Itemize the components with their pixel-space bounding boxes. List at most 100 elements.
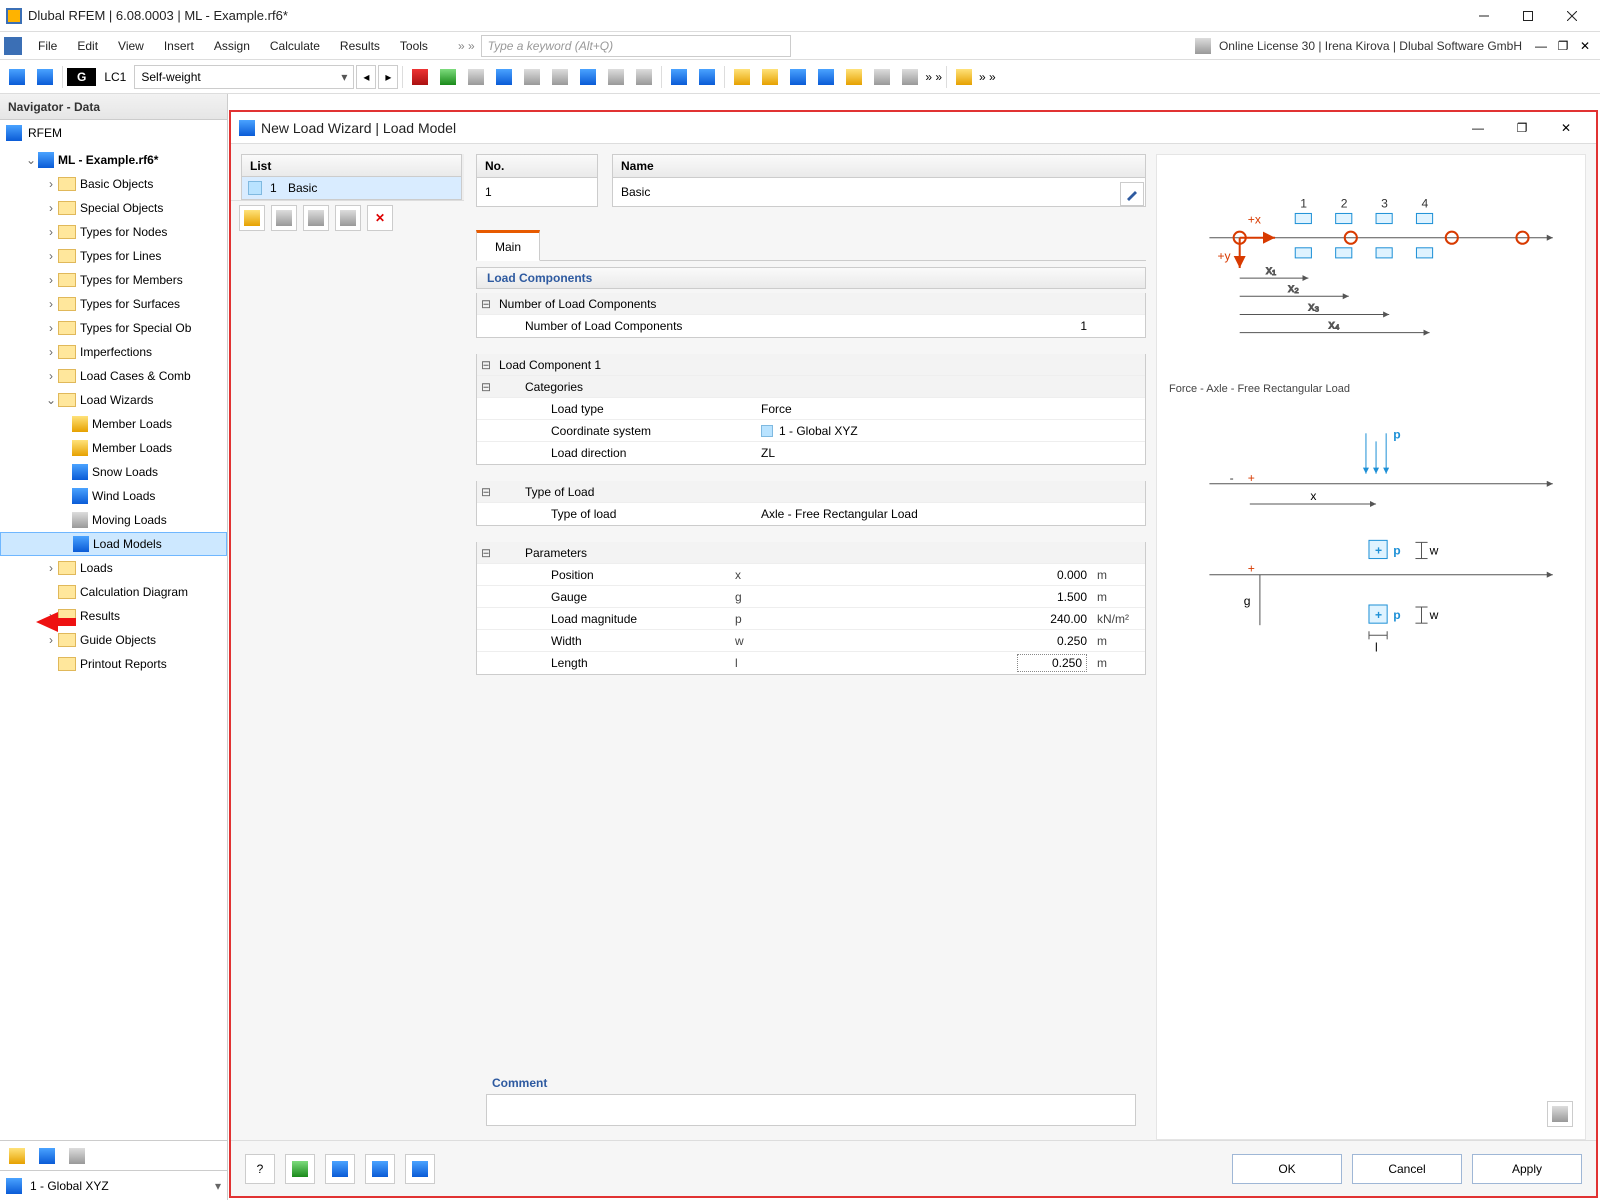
tree-load-models[interactable]: Load Models	[0, 532, 227, 556]
ok-button[interactable]: OK	[1232, 1154, 1342, 1184]
nav-tab-display[interactable]	[34, 1143, 60, 1169]
nav-tab-data[interactable]	[4, 1143, 30, 1169]
ribbon-app-icon[interactable]	[4, 37, 22, 55]
footer-view1-button[interactable]	[325, 1154, 355, 1184]
row-categories[interactable]: Categories	[495, 380, 735, 394]
loadcase-prev-button[interactable]: ◂	[356, 65, 376, 89]
menu-insert[interactable]: Insert	[154, 32, 204, 59]
toolbar-btn-print[interactable]	[897, 64, 923, 90]
row-lc1-group[interactable]: Load Component 1	[495, 358, 735, 372]
tree-folder[interactable]: ›Imperfections	[0, 340, 227, 364]
row-coord-system[interactable]: Coordinate system 1 - Global XYZ	[477, 420, 1145, 442]
toolbar-btn-1[interactable]	[4, 64, 30, 90]
tree-wizard-item[interactable]: Member Loads	[0, 436, 227, 460]
list-check2-button[interactable]	[335, 205, 361, 231]
toolbar-btn-save[interactable]	[869, 64, 895, 90]
tree-wizard-item[interactable]: Snow Loads	[0, 460, 227, 484]
param-x[interactable]: Positionx0.000m	[477, 564, 1145, 586]
toolbar-btn-xx2[interactable]	[519, 64, 545, 90]
loadcase-next-button[interactable]: ▸	[378, 65, 398, 89]
list-delete-button[interactable]: ✕	[367, 205, 393, 231]
toolbar-btn-cube1[interactable]	[547, 64, 573, 90]
toolbar-btn-flag[interactable]	[951, 64, 977, 90]
tree-folder[interactable]: ›Types for Nodes	[0, 220, 227, 244]
dialog-close-button[interactable]: ✕	[1544, 114, 1588, 142]
tree-wizard-item[interactable]: Wind Loads	[0, 484, 227, 508]
param-p[interactable]: Load magnitudep240.00kN/m²	[477, 608, 1145, 630]
menu-calculate[interactable]: Calculate	[260, 32, 330, 59]
list-check1-button[interactable]	[303, 205, 329, 231]
minimize-button[interactable]	[1462, 2, 1506, 30]
tree-folder[interactable]: ›Results	[0, 604, 227, 628]
name-field-input[interactable]: Basic	[612, 177, 1146, 207]
tree-load-wizards[interactable]: ⌄Load Wizards	[0, 388, 227, 412]
toolbar-btn-xxx[interactable]	[631, 64, 657, 90]
menu-assign[interactable]: Assign	[204, 32, 260, 59]
no-field-input[interactable]: 1	[476, 177, 598, 207]
row-type-of-load-group[interactable]: Type of Load	[495, 485, 735, 499]
toolbar-btn-eye[interactable]	[491, 64, 517, 90]
footer-view2-button[interactable]	[365, 1154, 395, 1184]
toolbar-btn-grid1[interactable]	[666, 64, 692, 90]
nav-tab-views[interactable]	[64, 1143, 90, 1169]
cancel-button[interactable]: Cancel	[1352, 1154, 1462, 1184]
row-load-type[interactable]: Load type Force	[477, 398, 1145, 420]
mdi-close-button[interactable]: ✕	[1574, 35, 1596, 57]
list-new-button[interactable]	[239, 205, 265, 231]
param-l[interactable]: Lengthl0.250m	[477, 652, 1145, 674]
menu-edit[interactable]: Edit	[67, 32, 108, 59]
menu-view[interactable]: View	[108, 32, 154, 59]
toolbar-overflow-2[interactable]: » »	[979, 70, 996, 84]
list-duplicate-button[interactable]	[271, 205, 297, 231]
close-button[interactable]	[1550, 2, 1594, 30]
dialog-maximize-button[interactable]: ❐	[1500, 114, 1544, 142]
row-type-of-load[interactable]: Type of load Axle - Free Rectangular Loa…	[477, 503, 1145, 525]
row-parameters-group[interactable]: Parameters	[495, 546, 735, 560]
toolbar-overflow-1[interactable]: » »	[925, 70, 942, 84]
tree-folder[interactable]: ›Types for Surfaces	[0, 292, 227, 316]
comment-input[interactable]	[486, 1094, 1136, 1126]
toolbar-btn-cloud[interactable]	[785, 64, 811, 90]
tree-folder[interactable]: ›Types for Lines	[0, 244, 227, 268]
tree-wizard-item[interactable]: Moving Loads	[0, 508, 227, 532]
toolbar-btn-folder[interactable]	[757, 64, 783, 90]
menu-results[interactable]: Results	[330, 32, 390, 59]
tree-wizard-item[interactable]: Member Loads	[0, 412, 227, 436]
row-num-comp[interactable]: Number of Load Components 1	[477, 315, 1145, 337]
mdi-minimize-button[interactable]: —	[1530, 35, 1552, 57]
footer-units-button[interactable]	[285, 1154, 315, 1184]
tree-model[interactable]: ⌄ ML - Example.rf6*	[0, 148, 227, 172]
menu-overflow-icon[interactable]: » »	[452, 39, 481, 53]
diagram-copy-button[interactable]	[1547, 1101, 1573, 1127]
coord-system-label[interactable]: 1 - Global XYZ	[30, 1179, 109, 1193]
tree-folder[interactable]: Printout Reports	[0, 652, 227, 676]
tab-main[interactable]: Main	[476, 230, 540, 261]
toolbar-btn-arrow[interactable]	[603, 64, 629, 90]
name-edit-button[interactable]	[1120, 182, 1144, 206]
tree-folder[interactable]: Calculation Diagram	[0, 580, 227, 604]
toolbar-btn-xx1[interactable]	[463, 64, 489, 90]
dialog-minimize-button[interactable]: —	[1456, 114, 1500, 142]
row-num-comp-group[interactable]: Number of Load Components	[495, 297, 735, 311]
tree-folder[interactable]: ›Loads	[0, 556, 227, 580]
toolbar-btn-grid2[interactable]	[694, 64, 720, 90]
menu-file[interactable]: File	[28, 32, 67, 59]
toolbar-btn-sheet[interactable]	[729, 64, 755, 90]
tree-folder[interactable]: ›Types for Special Ob	[0, 316, 227, 340]
param-w[interactable]: Widthw0.250m	[477, 630, 1145, 652]
keyword-search-input[interactable]: Type a keyword (Alt+Q)	[481, 35, 791, 57]
menu-tools[interactable]: Tools	[390, 32, 438, 59]
apply-button[interactable]: Apply	[1472, 1154, 1582, 1184]
maximize-button[interactable]	[1506, 2, 1550, 30]
toolbar-btn-pin[interactable]	[407, 64, 433, 90]
toolbar-btn-sheet2[interactable]	[841, 64, 867, 90]
tree-folder[interactable]: ›Special Objects	[0, 196, 227, 220]
footer-help-button[interactable]: ?	[245, 1154, 275, 1184]
toolbar-btn-2[interactable]	[32, 64, 58, 90]
param-g[interactable]: Gaugeg1.500m	[477, 586, 1145, 608]
list-item-basic[interactable]: 1 Basic	[242, 177, 461, 199]
row-load-direction[interactable]: Load direction ZL	[477, 442, 1145, 464]
footer-view3-button[interactable]	[405, 1154, 435, 1184]
tree-folder[interactable]: ›Load Cases & Comb	[0, 364, 227, 388]
toolbar-btn-cube2[interactable]	[575, 64, 601, 90]
